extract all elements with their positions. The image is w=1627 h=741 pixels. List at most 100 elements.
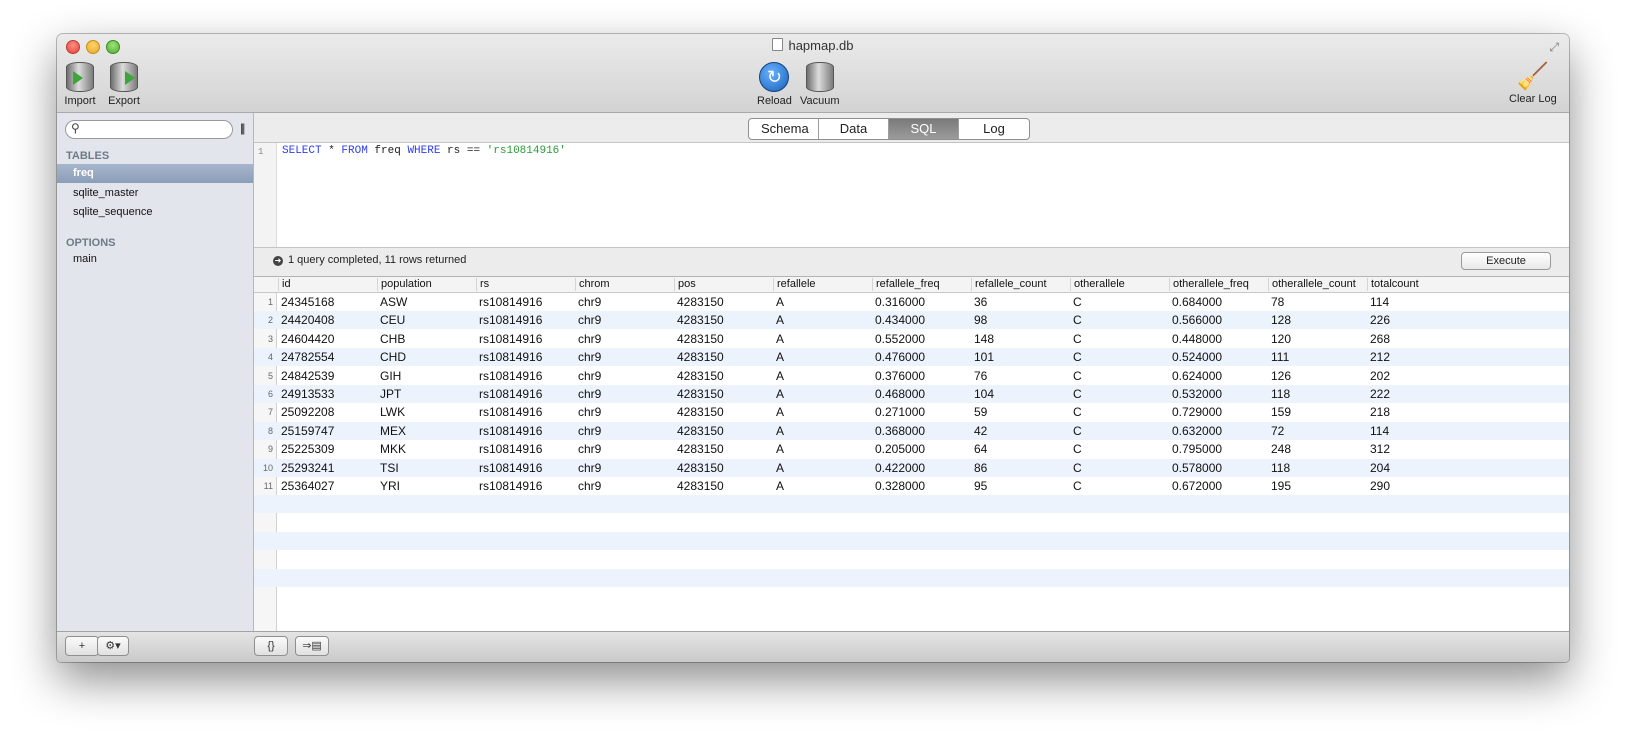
column-header-refallele[interactable]: refallele: [773, 278, 872, 291]
table-cell[interactable]: 95: [971, 479, 987, 493]
column-header-otherallele-count[interactable]: otherallele_count: [1268, 278, 1367, 291]
table-cell[interactable]: 36: [971, 295, 987, 309]
table-row[interactable]: 6 24913533 JPT rs10814916 chr9 4283150 A 0.4680…: [254, 385, 1569, 403]
table-row[interactable]: [254, 495, 1569, 514]
table-cell[interactable]: rs10814916: [476, 479, 542, 493]
table-cell[interactable]: 4283150: [674, 479, 724, 493]
table-cell[interactable]: CHB: [377, 332, 405, 346]
table-cell[interactable]: 290: [1367, 479, 1390, 493]
table-cell[interactable]: CHD: [377, 350, 406, 364]
clear-log-button[interactable]: 🧹 Clear Log: [1509, 60, 1557, 105]
column-header-chrom[interactable]: chrom: [575, 278, 674, 291]
table-cell[interactable]: 0.795000: [1169, 442, 1222, 456]
table-cell[interactable]: JPT: [377, 387, 401, 401]
table-cell[interactable]: 4283150: [674, 442, 724, 456]
table-cell[interactable]: A: [773, 424, 784, 438]
table-cell[interactable]: 72: [1268, 424, 1284, 438]
table-cell[interactable]: 0.524000: [1169, 350, 1222, 364]
execute-button[interactable]: Execute: [1461, 252, 1551, 270]
table-cell[interactable]: chr9: [575, 369, 601, 383]
table-cell[interactable]: 226: [1367, 313, 1390, 327]
column-header-rs[interactable]: rs: [476, 278, 575, 291]
table-cell[interactable]: C: [1070, 387, 1082, 401]
table-cell[interactable]: 4283150: [674, 461, 724, 475]
table-cell[interactable]: 86: [971, 461, 987, 475]
table-cell[interactable]: 0.532000: [1169, 387, 1222, 401]
table-cell[interactable]: chr9: [575, 332, 601, 346]
table-cell[interactable]: GIH: [377, 369, 401, 383]
table-cell[interactable]: 24913533: [278, 387, 334, 401]
table-cell[interactable]: A: [773, 313, 784, 327]
tab-log[interactable]: Log: [959, 119, 1029, 139]
table-row[interactable]: 1 24345168 ASW rs10814916 chr9 4283150 A 0.3160…: [254, 293, 1569, 311]
table-cell[interactable]: C: [1070, 405, 1082, 419]
table-cell[interactable]: 268: [1367, 332, 1390, 346]
table-cell[interactable]: 4283150: [674, 387, 724, 401]
braces-button[interactable]: {}: [254, 636, 288, 656]
table-row[interactable]: [254, 587, 1569, 605]
column-header-totalcount[interactable]: totalcount: [1367, 278, 1466, 291]
table-cell[interactable]: 118: [1268, 461, 1290, 475]
sidebar-item-freq[interactable]: freq: [57, 164, 253, 183]
table-cell[interactable]: rs10814916: [476, 405, 542, 419]
table-cell[interactable]: chr9: [575, 461, 601, 475]
table-cell[interactable]: 24345168: [278, 295, 334, 309]
table-cell[interactable]: rs10814916: [476, 313, 542, 327]
fullscreen-icon[interactable]: ⤢: [1549, 40, 1559, 55]
table-cell[interactable]: C: [1070, 442, 1082, 456]
export-button[interactable]: Export: [107, 60, 141, 107]
table-cell[interactable]: 202: [1367, 369, 1390, 383]
table-row[interactable]: [254, 514, 1569, 532]
add-button[interactable]: +: [65, 636, 99, 656]
table-cell[interactable]: rs10814916: [476, 369, 542, 383]
column-header-refallele-count[interactable]: refallele_count: [971, 278, 1070, 291]
table-row[interactable]: 4 24782554 CHD rs10814916 chr9 4283150 A 0.4760…: [254, 348, 1569, 367]
table-cell[interactable]: 0.368000: [872, 424, 925, 438]
table-cell[interactable]: C: [1070, 350, 1082, 364]
table-cell[interactable]: chr9: [575, 350, 601, 364]
table-cell[interactable]: A: [773, 350, 784, 364]
table-cell[interactable]: 4283150: [674, 295, 724, 309]
table-cell[interactable]: 0.632000: [1169, 424, 1222, 438]
table-cell[interactable]: 24420408: [278, 313, 334, 327]
table-cell[interactable]: 120: [1268, 332, 1291, 346]
tab-schema[interactable]: Schema: [749, 119, 819, 139]
table-cell[interactable]: chr9: [575, 424, 601, 438]
table-cell[interactable]: MEX: [377, 424, 406, 438]
table-cell[interactable]: LWK: [377, 405, 405, 419]
table-cell[interactable]: 24842539: [278, 369, 334, 383]
column-header-pos[interactable]: pos: [674, 278, 773, 291]
table-cell[interactable]: C: [1070, 313, 1082, 327]
table-cell[interactable]: 0.376000: [872, 369, 925, 383]
table-cell[interactable]: 0.729000: [1169, 405, 1222, 419]
table-cell[interactable]: A: [773, 479, 784, 493]
table-cell[interactable]: C: [1070, 461, 1082, 475]
import-button[interactable]: Import: [63, 60, 97, 107]
table-cell[interactable]: 0.271000: [872, 405, 925, 419]
table-cell[interactable]: A: [773, 461, 784, 475]
column-header-refallele-freq[interactable]: refallele_freq: [872, 278, 971, 291]
table-cell[interactable]: 0.328000: [872, 479, 925, 493]
table-cell[interactable]: 25293241: [278, 461, 334, 475]
table-row[interactable]: 5 24842539 GIH rs10814916 chr9 4283150 A 0.3760…: [254, 367, 1569, 385]
table-cell[interactable]: MKK: [377, 442, 406, 456]
table-cell[interactable]: chr9: [575, 295, 601, 309]
table-cell[interactable]: 24782554: [278, 350, 334, 364]
table-cell[interactable]: 126: [1268, 369, 1291, 383]
table-cell[interactable]: 4283150: [674, 369, 724, 383]
table-cell[interactable]: rs10814916: [476, 387, 542, 401]
table-cell[interactable]: 111: [1268, 350, 1289, 364]
reload-button[interactable]: ↻ Reload: [757, 60, 792, 107]
table-cell[interactable]: A: [773, 387, 784, 401]
table-cell[interactable]: 212: [1367, 350, 1390, 364]
table-row[interactable]: 3 24604420 CHB rs10814916 chr9 4283150 A 0.5520…: [254, 330, 1569, 348]
table-cell[interactable]: rs10814916: [476, 350, 542, 364]
table-cell[interactable]: 0.624000: [1169, 369, 1222, 383]
table-cell[interactable]: 0.552000: [872, 332, 925, 346]
table-cell[interactable]: CEU: [377, 313, 405, 327]
table-cell[interactable]: A: [773, 332, 784, 346]
table-cell[interactable]: 148: [971, 332, 994, 346]
table-cell[interactable]: 218: [1367, 405, 1390, 419]
vacuum-button[interactable]: Vacuum: [800, 60, 840, 107]
table-cell[interactable]: 0.205000: [872, 442, 925, 456]
